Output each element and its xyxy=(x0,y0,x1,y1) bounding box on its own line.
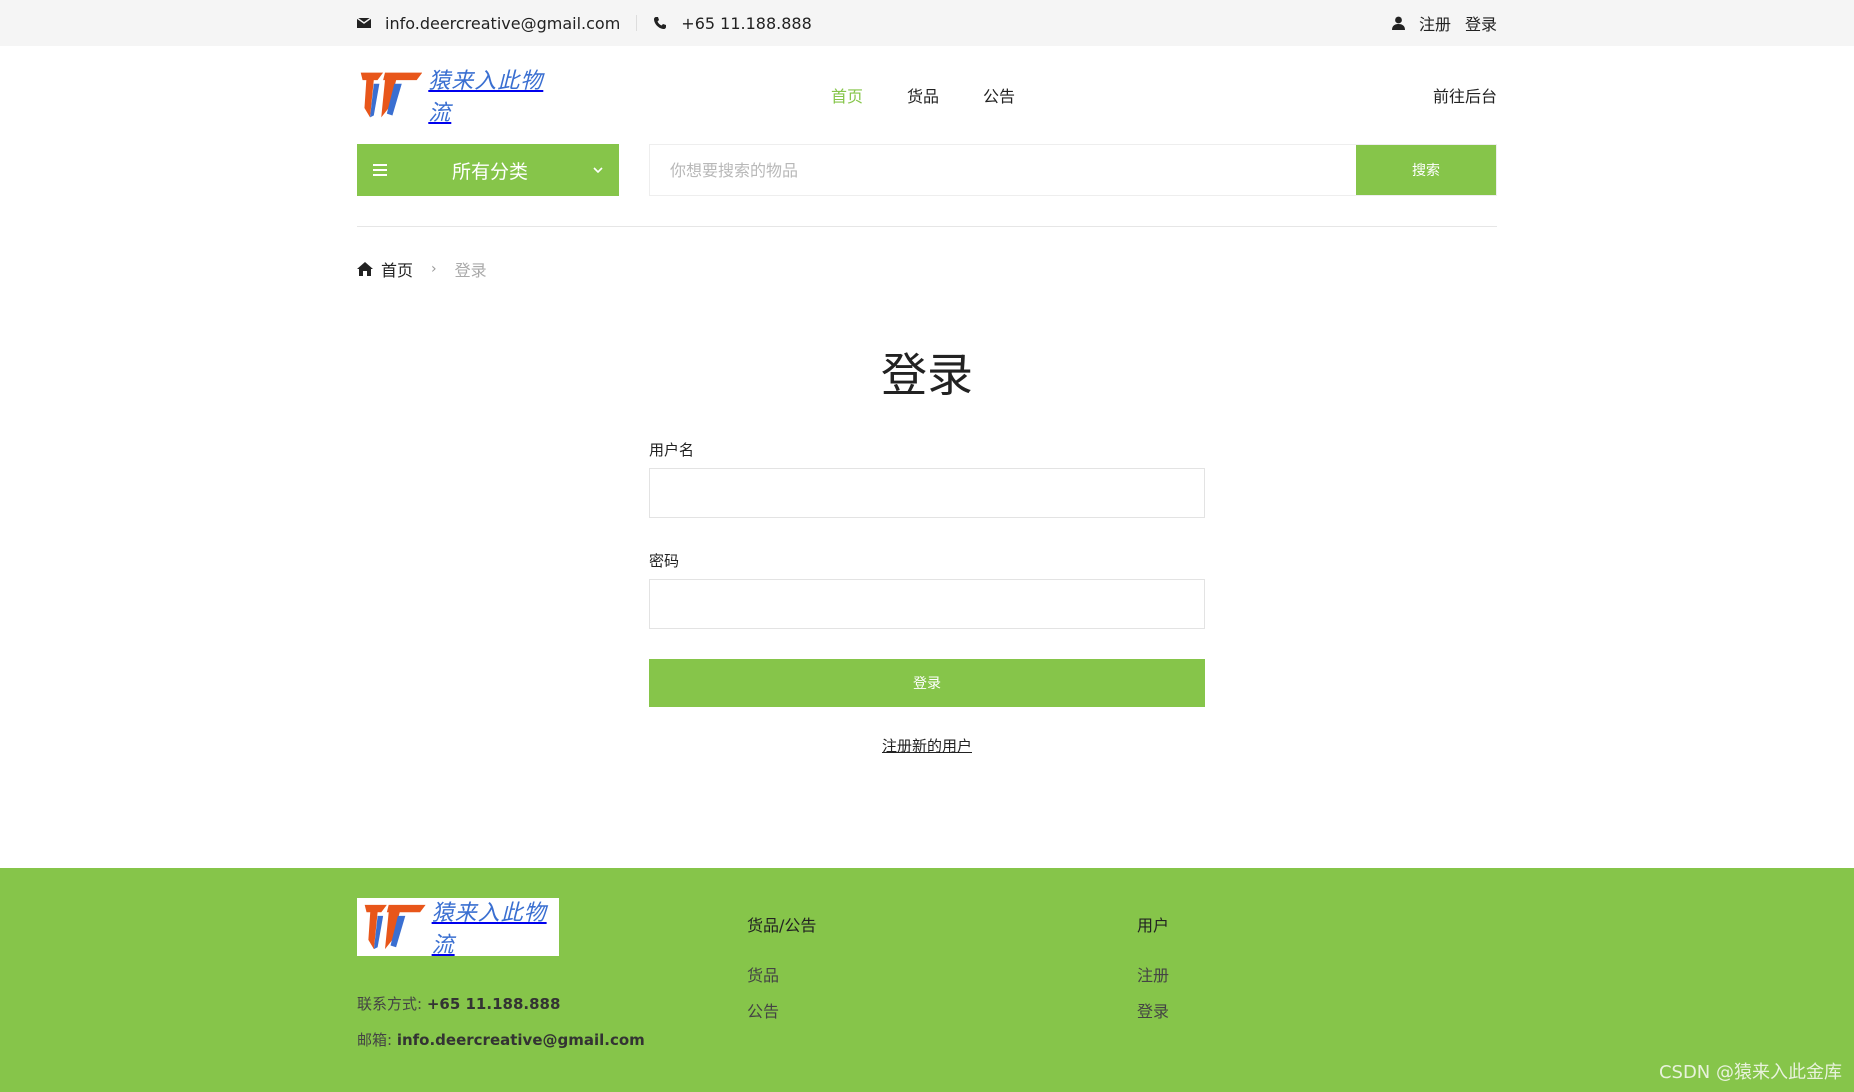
logo-mark-icon xyxy=(360,72,423,118)
footer-link-notices[interactable]: 公告 xyxy=(747,994,816,1030)
footer-logo-text: 猿来入此物流 xyxy=(431,901,547,958)
login-form: 登录 用户名 密码 登录 注册新的用户 xyxy=(649,339,1205,756)
chevron-right-icon: › xyxy=(431,261,437,277)
footer-col2-title: 用户 xyxy=(1137,916,1170,935)
register-link[interactable]: 注册 xyxy=(1419,11,1451,35)
email-contact: info.deercreative@gmail.com xyxy=(357,14,620,33)
footer-link-login[interactable]: 登录 xyxy=(1137,994,1169,1030)
footer-contact-row: 联系方式: +65 11.188.888 xyxy=(357,986,645,1022)
breadcrumb-current: 登录 xyxy=(454,261,487,280)
main-nav: 首页 货品 公告 xyxy=(831,83,1015,107)
password-input[interactable] xyxy=(649,579,1205,629)
email-text: info.deercreative@gmail.com xyxy=(385,13,621,33)
category-dropdown[interactable]: 所有分类 xyxy=(357,144,619,196)
footer-email-value: info.deercreative@gmail.com xyxy=(396,1031,645,1049)
hamburger-icon xyxy=(373,164,387,176)
footer-col1-title: 货品/公告 xyxy=(747,916,817,935)
logo-mark-icon xyxy=(364,904,426,950)
footer-email-label: 邮箱: xyxy=(357,1031,397,1049)
login-link[interactable]: 登录 xyxy=(1465,11,1497,35)
footer-col-goods: 货品/公告 货品 公告 xyxy=(747,898,816,1030)
auth-links: 注册 登录 xyxy=(1391,11,1497,35)
footer-link-register[interactable]: 注册 xyxy=(1137,958,1169,994)
search-button[interactable]: 搜索 xyxy=(1356,145,1496,195)
header-divider xyxy=(357,226,1497,227)
footer-email-row: 邮箱: info.deercreative@gmail.com xyxy=(357,1022,645,1058)
search-input[interactable] xyxy=(650,145,1356,195)
username-label: 用户名 xyxy=(649,441,695,459)
footer-contact-value: +65 11.188.888 xyxy=(426,995,561,1013)
footer-link-goods[interactable]: 货品 xyxy=(747,958,816,994)
footer-brand: 猿来入此物流 联系方式: +65 11.188.888 邮箱: info.dee… xyxy=(357,898,645,1058)
phone-contact: +65 11.188.888 xyxy=(653,13,812,33)
footer: 猿来入此物流 联系方式: +65 11.188.888 邮箱: info.dee… xyxy=(0,868,1854,1092)
admin-link[interactable]: 前往后台 xyxy=(1433,83,1497,107)
phone-icon xyxy=(653,16,667,30)
footer-contact-label: 联系方式: xyxy=(357,995,427,1013)
footer-logo[interactable]: 猿来入此物流 xyxy=(357,898,559,958)
footer-contact-info: 联系方式: +65 11.188.888 邮箱: info.deercreati… xyxy=(357,986,645,1058)
breadcrumb-home[interactable]: 首页 xyxy=(381,257,413,281)
page-title: 登录 xyxy=(881,348,973,402)
search-row: 所有分类 搜索 xyxy=(0,144,1854,196)
contact-info: info.deercreative@gmail.com +65 11.188.8… xyxy=(357,14,812,33)
register-new-user-link[interactable]: 注册新的用户 xyxy=(649,735,1205,756)
search-box: 搜索 xyxy=(649,144,1497,196)
username-input[interactable] xyxy=(649,468,1205,518)
category-label: 所有分类 xyxy=(451,160,528,183)
chevron-down-icon xyxy=(593,167,603,173)
envelope-icon xyxy=(357,17,371,29)
nav-home[interactable]: 首页 xyxy=(831,83,863,107)
nav-notices[interactable]: 公告 xyxy=(983,83,1015,107)
breadcrumb: 首页 › 登录 xyxy=(357,257,1497,281)
top-bar: info.deercreative@gmail.com +65 11.188.8… xyxy=(0,0,1854,46)
home-icon xyxy=(357,262,373,276)
logo-text: 猿来入此物流 xyxy=(428,69,544,126)
logo[interactable]: 猿来入此物流 xyxy=(357,67,557,126)
nav-goods[interactable]: 货品 xyxy=(907,83,939,107)
footer-col-user: 用户 注册 登录 xyxy=(1137,898,1169,1030)
user-icon xyxy=(1391,16,1405,30)
login-button[interactable]: 登录 xyxy=(649,659,1205,707)
phone-text: +65 11.188.888 xyxy=(681,13,812,33)
header: 猿来入此物流 首页 货品 公告 前往后台 xyxy=(0,46,1854,144)
contact-divider xyxy=(636,15,638,31)
watermark: CSDN @猿来入此金库 xyxy=(1658,1062,1842,1083)
password-label: 密码 xyxy=(649,552,680,570)
